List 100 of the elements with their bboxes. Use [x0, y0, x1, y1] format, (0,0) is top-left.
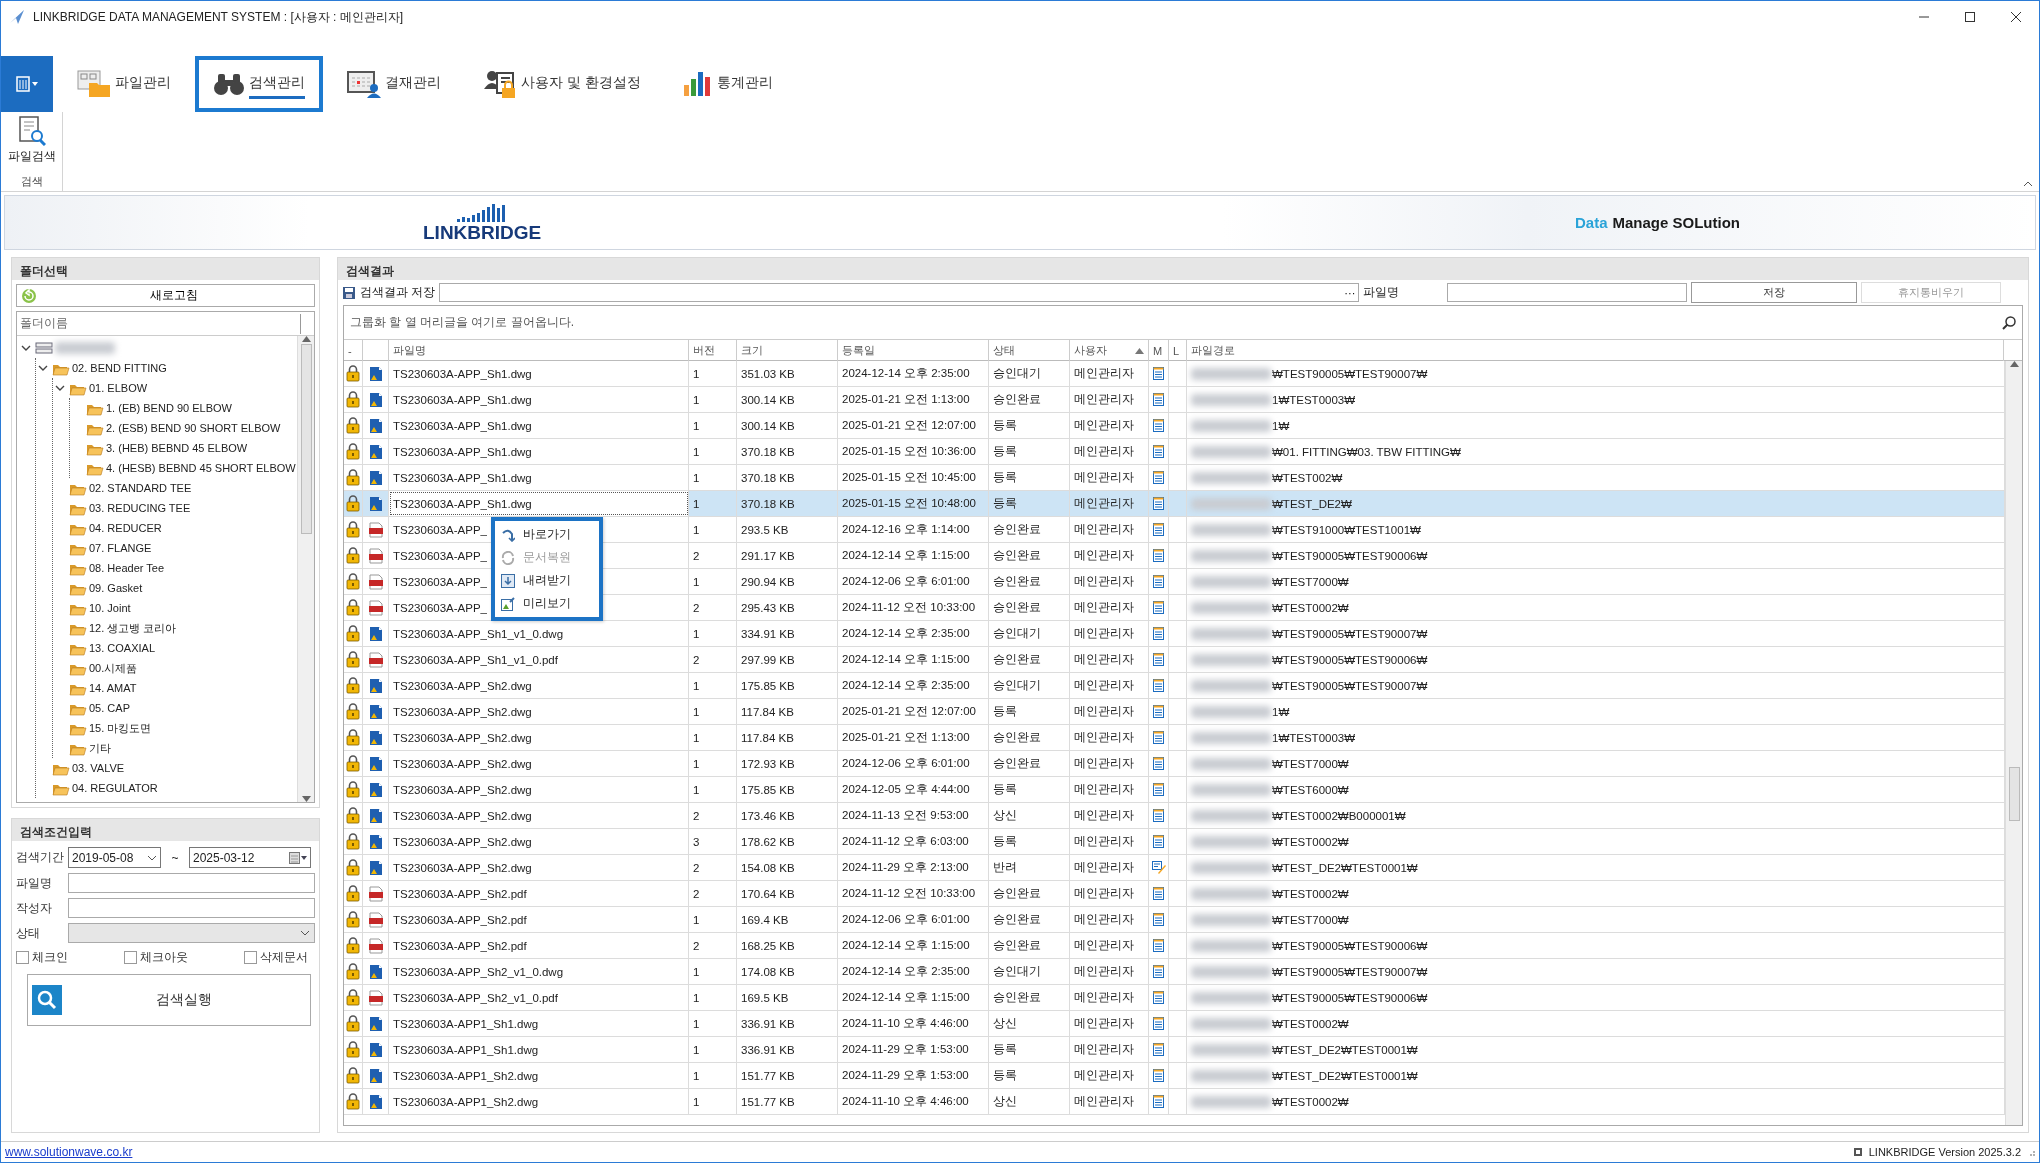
tree-item[interactable]: 15. 마킹도면: [89, 720, 152, 736]
column-header[interactable]: 등록일: [838, 340, 989, 361]
column-header[interactable]: 상태: [989, 340, 1070, 361]
ribbon-tab[interactable]: 통계관리: [664, 56, 791, 112]
tree-item[interactable]: 4. (HESB) BEBND 45 SHORT ELBOW: [106, 462, 296, 474]
table-cell: ₩TEST90005₩TEST90006₩: [1272, 653, 1428, 666]
table-cell: TS230603A-APP_Sh2.dwg: [389, 699, 689, 724]
table-row[interactable]: TS230603A-APP_Sh2.dwg 1 172.93 KB 2024-12-06 오후 6:01:00 승인완료 메인관리자 ₩TEST7000₩: [344, 751, 2005, 777]
column-header[interactable]: -: [344, 340, 363, 361]
table-row[interactable]: TS230603A-APP_Sh2.dwg 1 117.84 KB 2025-01-21 오전 12:07:00 등록 메인관리자 1₩: [344, 699, 2005, 725]
column-header[interactable]: M: [1149, 340, 1169, 361]
server-icon: [35, 342, 53, 354]
tree-item[interactable]: 02. STANDARD TEE: [89, 482, 192, 494]
column-header[interactable]: 파일명: [389, 340, 689, 361]
browse-button[interactable]: ···: [1341, 286, 1359, 299]
search-icon[interactable]: [2002, 315, 2016, 330]
checkbox[interactable]: 체크아웃: [124, 949, 188, 966]
menu-item[interactable]: 미리보기: [495, 592, 599, 615]
tree-item[interactable]: 2. (ESB) BEND 90 SHORT ELBOW: [106, 422, 281, 434]
tree-item[interactable]: 10. Joint: [89, 602, 131, 614]
tree-item[interactable]: 03. VALVE: [72, 762, 125, 774]
checkbox[interactable]: 삭제문서: [244, 949, 308, 966]
tree-item[interactable]: 13. COAXIAL: [89, 642, 156, 654]
tree-item[interactable]: 12. 생고뱅 코리아: [89, 620, 177, 636]
tree-item[interactable]: 3. (HEB) BEBND 45 ELBOW: [106, 442, 248, 454]
table-row[interactable]: TS230603A-APP_Sh2.pdf 2 170.64 KB 2024-11-12 오전 10:33:00 승인완료 메인관리자 ₩TEST0002₩: [344, 881, 2005, 907]
tree-item[interactable]: 01. ELBOW: [89, 382, 148, 394]
menu-item[interactable]: 내려받기: [495, 569, 599, 592]
save-button[interactable]: 저장: [1691, 282, 1858, 303]
table-cell: 2025-01-15 오전 10:45:00: [838, 465, 989, 490]
table-cell: 1: [689, 1037, 737, 1062]
scrollbar-thumb[interactable]: [300, 344, 312, 534]
search-run-button[interactable]: 검색실행: [27, 974, 311, 1026]
refresh-button[interactable]: 새로고침: [16, 284, 315, 307]
tree-item[interactable]: 08. Header Tee: [89, 562, 165, 574]
save-name-field[interactable]: ···: [439, 283, 1360, 302]
column-header[interactable]: 버전: [689, 340, 737, 361]
table-row[interactable]: TS230603A-APP_Sh2_v1_0.pdf 1 169.5 KB 2024-12-14 오후 1:15:00 승인완료 메인관리자 ₩TEST90005₩TEST90006₩: [344, 985, 2005, 1011]
tree-item[interactable]: 1. (EB) BEND 90 ELBOW: [106, 402, 232, 414]
table-row[interactable]: TS230603A-APP_Sh1.dwg 1 370.18 KB 2025-01-15 오전 10:48:00 등록 메인관리자 ₩TEST_DE2₩: [344, 491, 2005, 517]
tree-item[interactable]: 기타: [89, 740, 111, 756]
collapse-icon[interactable]: [2023, 181, 2033, 187]
table-row[interactable]: TS230603A-APP_Sh2.dwg 3 178.62 KB 2024-11-12 오후 6:03:00 등록 메인관리자 ₩TEST0002₩: [344, 829, 2005, 855]
column-header[interactable]: L: [1169, 340, 1187, 361]
table-row[interactable]: TS230603A-APP_Sh2.dwg 2 154.08 KB 2024-11-29 오후 2:13:00 반려 메인관리자 ₩TEST_DE2₩TEST0001₩: [344, 855, 2005, 881]
version-text: LINKBRIDGE Version 2025.3.2: [1868, 1146, 2021, 1158]
tree-item[interactable]: 02. BEND FITTING: [72, 362, 167, 374]
ribbon-tab[interactable]: 사용자 및 환경설정: [465, 56, 659, 112]
table-row[interactable]: TS230603A-APP_Sh1.dwg 1 351.03 KB 2024-12-14 오후 2:35:00 승인대기 메인관리자 ₩TEST90005₩TEST90007₩: [344, 361, 2005, 387]
column-header[interactable]: 파일경로: [1187, 340, 2004, 361]
column-header[interactable]: 사용자: [1070, 340, 1149, 361]
table-row[interactable]: TS230603A-APP_Sh1.dwg 1 370.18 KB 2025-01-15 오전 10:36:00 등록 메인관리자 ₩01. FITTING₩03. TBW FITTING₩: [344, 439, 2005, 465]
filename-field[interactable]: [68, 873, 315, 893]
scroll-up-icon: [301, 336, 311, 342]
pdf-file-icon: [368, 651, 383, 668]
table-row[interactable]: TS230603A-APP1_Sh2.dwg 1 151.77 KB 2024-11-10 오후 4:46:00 상신 메인관리자 ₩TEST0002₩: [344, 1089, 2005, 1115]
table-row[interactable]: TS230603A-APP_Sh2.dwg 2 173.46 KB 2024-11-13 오전 9:53:00 상신 메인관리자 ₩TEST0002₩B000001₩: [344, 803, 2005, 829]
table-row[interactable]: TS230603A-APP_Sh1.dwg 1 300.14 KB 2025-01-21 오전 1:13:00 승인완료 메인관리자 1₩TEST0003₩: [344, 387, 2005, 413]
scrollbar[interactable]: [297, 336, 314, 802]
table-row[interactable]: TS230603A-APP1_Sh2.dwg 1 151.77 KB 2024-11-29 오후 1:53:00 등록 메인관리자 ₩TEST_DE2₩TEST0001₩: [344, 1063, 2005, 1089]
scrollbar[interactable]: [2005, 361, 2022, 1125]
table-row[interactable]: TS230603A-APP1_Sh1.dwg 1 336.91 KB 2024-11-10 오후 4:46:00 상신 메인관리자 ₩TEST0002₩: [344, 1011, 2005, 1037]
tree-item[interactable]: 05. CAP: [89, 702, 130, 714]
app-menu-button[interactable]: [1, 56, 53, 112]
table-row[interactable]: TS230603A-APP_Sh1_v1_0.pdf 2 297.99 KB 2024-12-14 오후 1:15:00 승인완료 메인관리자 ₩TEST90005₩TEST90006₩: [344, 647, 2005, 673]
table-cell: TS230603A-APP_Sh2.dwg: [389, 673, 689, 698]
author-field[interactable]: [68, 898, 315, 918]
padlock-icon: [346, 599, 360, 616]
tree-item[interactable]: 00.시제품: [89, 660, 138, 676]
filename-field[interactable]: [1447, 283, 1688, 302]
table-row[interactable]: TS230603A-APP_Sh2.pdf 2 168.25 KB 2024-12-14 오후 1:15:00 승인완료 메인관리자 ₩TEST90005₩TEST90006₩: [344, 933, 2005, 959]
column-header[interactable]: 크기: [737, 340, 838, 361]
scrollbar-thumb[interactable]: [2008, 767, 2020, 821]
tree-item[interactable]: 14. AMAT: [89, 682, 137, 694]
table-cell: 295.43 KB: [737, 595, 838, 620]
table-row[interactable]: TS230603A-APP_Sh2_v1_0.dwg 1 174.08 KB 2024-12-14 오후 2:35:00 승인대기 메인관리자 ₩TEST90005₩TEST90007₩: [344, 959, 2005, 985]
tree-item[interactable]: 04. REDUCER: [89, 522, 162, 534]
table-cell: TS230603A-APP_Sh1.dwg: [389, 439, 689, 464]
ribbon-tab[interactable]: 검색관리: [195, 56, 323, 112]
table-row[interactable]: TS230603A-APP_Sh1.dwg 1 300.14 KB 2025-01-21 오전 12:07:00 등록 메인관리자 1₩: [344, 413, 2005, 439]
date-field[interactable]: 2025-03-12: [189, 847, 311, 868]
table-row[interactable]: TS230603A-APP1_Sh1.dwg 1 336.91 KB 2024-11-29 오후 1:53:00 등록 메인관리자 ₩TEST_DE2₩TEST0001₩: [344, 1037, 2005, 1063]
date-field[interactable]: 2019-05-08: [68, 847, 161, 868]
tree-item[interactable]: 07. FLANGE: [89, 542, 152, 554]
calendar-icon: [289, 851, 307, 864]
website-link[interactable]: www.solutionwave.co.kr: [5, 1145, 133, 1159]
table-row[interactable]: TS230603A-APP_Sh2.dwg 1 117.84 KB 2025-01-21 오전 1:13:00 승인완료 메인관리자 1₩TEST0003₩: [344, 725, 2005, 751]
tree-item[interactable]: 09. Gasket: [89, 582, 143, 594]
tree-item[interactable]: 04. REGULATOR: [72, 782, 158, 794]
tree-item[interactable]: 03. REDUCING TEE: [89, 502, 191, 514]
checkbox[interactable]: 체크인: [16, 949, 68, 966]
file-search-button[interactable]: 파일검색: [7, 116, 56, 165]
table-cell: 승인완료: [989, 387, 1070, 412]
padlock-icon: [346, 911, 360, 928]
table-row[interactable]: TS230603A-APP_Sh1_v1_0.dwg 1 334.91 KB 2024-12-14 오후 2:35:00 승인대기 메인관리자 ₩TEST90005₩TEST90007₩: [344, 621, 2005, 647]
table-row[interactable]: TS230603A-APP_Sh2.dwg 1 175.85 KB 2024-12-05 오후 4:44:00 등록 메인관리자 ₩TEST6000₩: [344, 777, 2005, 803]
ribbon-tab[interactable]: 파일관리: [59, 56, 189, 112]
table-row[interactable]: TS230603A-APP_Sh2.pdf 1 169.4 KB 2024-12-06 오후 6:01:00 승인완료 메인관리자 ₩TEST7000₩: [344, 907, 2005, 933]
table-row[interactable]: TS230603A-APP_Sh2.dwg 1 175.85 KB 2024-12-14 오후 2:35:00 승인대기 메인관리자 ₩TEST90005₩TEST90007₩: [344, 673, 2005, 699]
ribbon-tab[interactable]: 결재관리: [329, 56, 459, 112]
